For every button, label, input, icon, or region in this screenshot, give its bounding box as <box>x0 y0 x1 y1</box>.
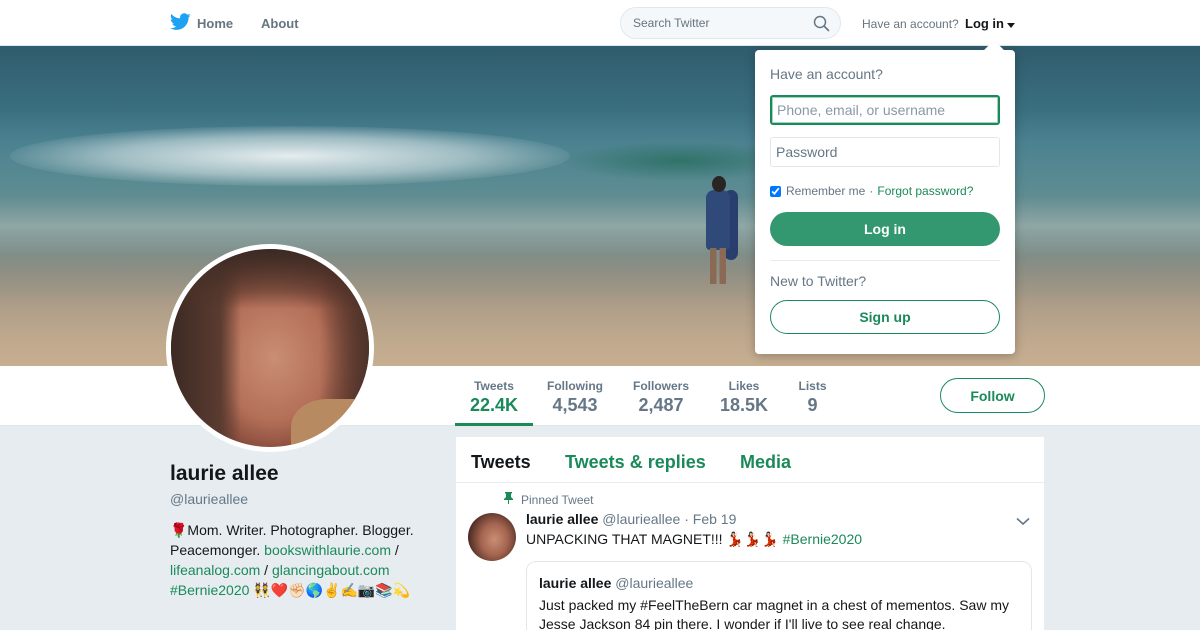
divider <box>770 260 1000 261</box>
stat-likes[interactable]: Likes 18.5K <box>712 366 776 426</box>
profile-name[interactable]: laurie allee <box>170 462 279 486</box>
quoted-author-handle: @laurieallee <box>615 575 694 591</box>
stat-label: Lists <box>798 379 827 393</box>
stat-lists[interactable]: Lists 9 <box>790 366 835 426</box>
bio-link-glancingabout[interactable]: glancingabout.com <box>272 562 390 578</box>
tab-media[interactable]: Media <box>740 452 791 473</box>
nav-home-label: Home <box>197 16 234 31</box>
caret-down-icon <box>1007 16 1015 31</box>
pin-icon <box>504 492 513 507</box>
tweet-header: laurie allee @laurieallee · Feb 19 <box>526 511 736 527</box>
bio-link-lifeanalog[interactable]: lifeanalog.com <box>170 562 260 578</box>
quoted-tweet-header: laurie allee @laurieallee <box>539 575 693 591</box>
avatar <box>171 249 369 447</box>
quoted-author-name: laurie allee <box>539 575 612 591</box>
login-toggle-label: Log in <box>965 16 1004 31</box>
new-to-twitter-text: New to Twitter? <box>770 273 867 289</box>
stat-label: Following <box>547 379 603 393</box>
profile-avatar[interactable] <box>166 244 374 452</box>
login-dropdown: Have an account? Remember me · Forgot pa… <box>755 40 1015 354</box>
login-dropdown-title: Have an account? <box>770 66 883 82</box>
bio-link-bookswithlaurie[interactable]: bookswithlaurie.com <box>264 542 391 558</box>
bio-separator: / <box>391 542 399 558</box>
forgot-password-link[interactable]: Forgot password? <box>877 184 973 198</box>
tweet-author-name[interactable]: laurie allee <box>526 511 598 527</box>
profile-handle[interactable]: @laurieallee <box>170 491 248 507</box>
separator-dot: · <box>869 184 874 198</box>
username-field[interactable] <box>770 95 1000 125</box>
tab-tweets-replies[interactable]: Tweets & replies <box>565 452 706 473</box>
stat-value: 9 <box>807 395 818 415</box>
remember-me-label[interactable]: Remember me <box>786 184 865 198</box>
stat-label: Followers <box>632 379 689 393</box>
stat-following[interactable]: Following 4,543 <box>540 366 610 426</box>
top-navigation-bar: Home About Have an account? Log in <box>0 0 1200 46</box>
login-button[interactable]: Log in <box>770 212 1000 246</box>
stat-label: Likes <box>728 379 760 393</box>
search-input[interactable] <box>633 16 803 30</box>
pinned-tweet-label: Pinned Tweet <box>504 492 594 507</box>
stat-value: 18.5K <box>719 395 769 415</box>
nav-about-link[interactable]: About <box>261 16 299 31</box>
timeline: Tweets Tweets & replies Media Pinned Twe… <box>456 437 1044 630</box>
tweet-avatar[interactable] <box>468 513 516 561</box>
tweet-author-handle[interactable]: @laurieallee <box>602 511 680 527</box>
remember-me-row: Remember me · Forgot password? <box>770 184 973 198</box>
search-box <box>620 7 841 39</box>
nav-home-link[interactable]: Home <box>169 13 234 34</box>
tweet-hashtag[interactable]: #Bernie2020 <box>783 531 862 547</box>
tweet-body: UNPACKING THAT MAGNET!!! 💃🏻💃🏻💃🏻 <box>526 531 783 547</box>
timeline-tabs: Tweets Tweets & replies Media <box>456 437 1044 483</box>
signup-button[interactable]: Sign up <box>770 300 1000 334</box>
chevron-down-icon[interactable] <box>1016 513 1030 531</box>
stat-followers[interactable]: Followers 2,487 <box>626 366 696 426</box>
bio-hashtag[interactable]: #Bernie2020 <box>170 582 249 598</box>
have-account-text: Have an account? <box>862 17 959 31</box>
twitter-bird-icon <box>169 13 197 34</box>
stat-label: Tweets <box>474 379 514 393</box>
tweet-date[interactable]: · Feb 19 <box>684 511 736 527</box>
password-field[interactable] <box>770 137 1000 167</box>
pinned-text: Pinned Tweet <box>521 492 594 507</box>
tweet-text: UNPACKING THAT MAGNET!!! 💃🏻💃🏻💃🏻 #Bernie2… <box>526 531 862 548</box>
follow-button[interactable]: Follow <box>940 378 1045 413</box>
quoted-tweet-text: Just packed my #FeelTheBern car magnet i… <box>539 597 1009 630</box>
quoted-tweet[interactable]: laurie allee @laurieallee Just packed my… <box>526 561 1032 630</box>
search-icon[interactable] <box>813 15 830 37</box>
tab-tweets[interactable]: Tweets <box>471 452 531 473</box>
login-dropdown-toggle[interactable]: Log in <box>965 16 1015 31</box>
remember-me-checkbox[interactable] <box>770 185 781 197</box>
stat-value: 2,487 <box>638 395 684 415</box>
bio-emoji: 👯❤️✊🏻🌎✌️✍️📷📚💫 <box>249 582 411 598</box>
stat-value: 4,543 <box>552 395 598 415</box>
bio-separator: / <box>260 562 272 578</box>
profile-bio: 🌹Mom. Writer. Photographer. Blogger. Pea… <box>170 520 440 600</box>
stat-value: 22.4K <box>469 395 519 415</box>
stat-tweets[interactable]: Tweets 22.4K <box>455 366 533 426</box>
